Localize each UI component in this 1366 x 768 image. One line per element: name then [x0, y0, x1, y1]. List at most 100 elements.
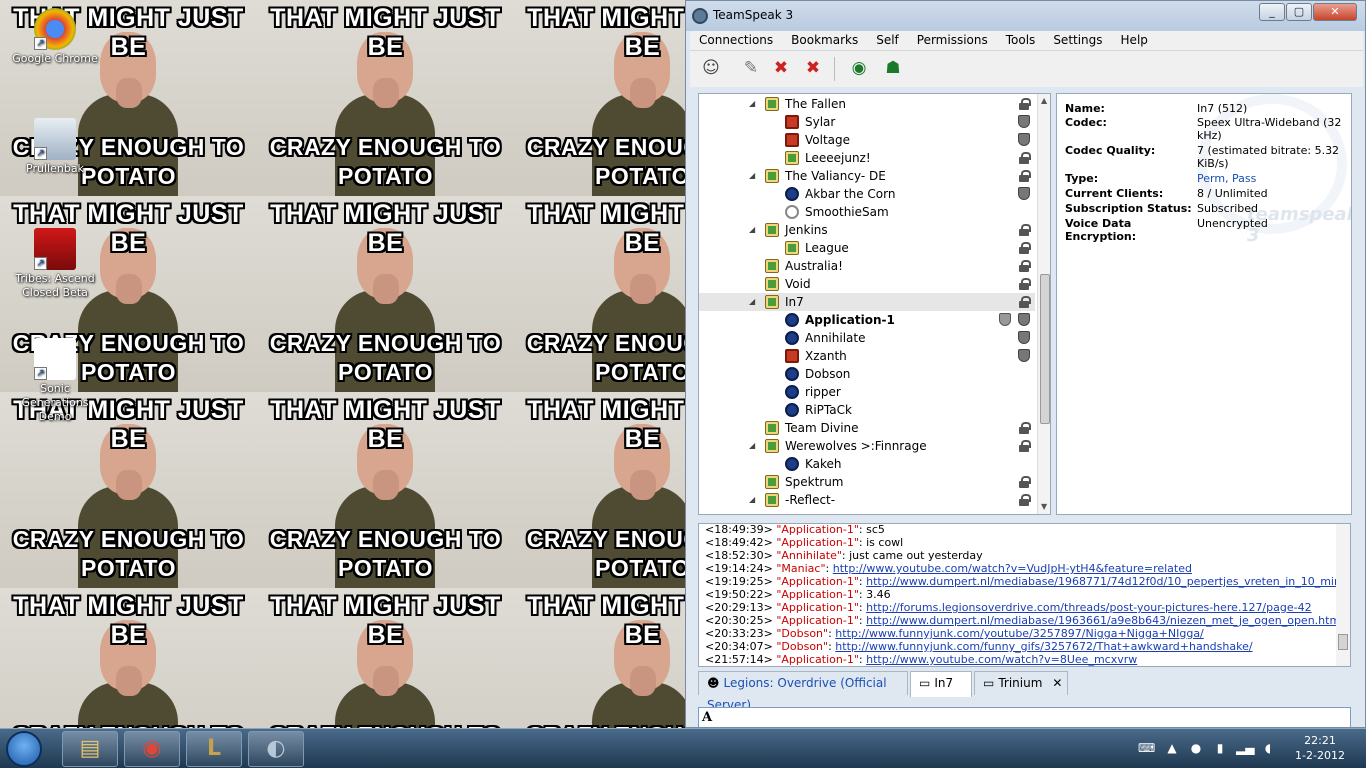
menu-bookmarks[interactable]: Bookmarks	[782, 31, 867, 47]
chat-link[interactable]: http://www.dumpert.nl/mediabase/1963661/…	[866, 614, 1343, 627]
expand-arrow-icon[interactable]: ◢	[749, 95, 755, 113]
chat-log[interactable]: <18:49:39> "Application-1": sc5 <18:49:42…	[698, 523, 1351, 667]
desktop-icon[interactable]: ↗ Tribes: Ascend Closed Beta	[10, 228, 100, 300]
channel-row[interactable]: Australia!	[699, 257, 1035, 275]
menu-self[interactable]: Self	[867, 31, 908, 47]
chat-sender[interactable]: "Dobson"	[776, 627, 828, 640]
channel-row[interactable]: ◢ -Reflect-	[699, 491, 1035, 509]
chat-sender[interactable]: "Dobson"	[776, 640, 828, 653]
chat-link[interactable]: http://www.youtube.com/watch?v=VudJpH-yt…	[833, 562, 1192, 575]
menu-settings[interactable]: Settings	[1044, 31, 1111, 47]
channel-row[interactable]: League	[699, 239, 1035, 257]
capture-icon[interactable]: ◉	[846, 55, 872, 81]
desktop-icon[interactable]: ↗ Prullenbak	[10, 118, 100, 176]
scroll-down-icon[interactable]: ▼	[1041, 502, 1047, 511]
taskbar-button[interactable]: L	[186, 731, 242, 767]
desktop-icon[interactable]: ↗ Google Chrome	[10, 8, 100, 66]
info-value[interactable]: Perm, Pass	[1197, 172, 1347, 185]
network-icon[interactable]: ▂▄	[1236, 741, 1254, 757]
channel-row[interactable]: Void	[699, 275, 1035, 293]
menu-connections[interactable]: Connections	[690, 31, 782, 47]
lock-icon	[1019, 98, 1031, 110]
client-row[interactable]: Akbar the Corn	[699, 185, 1035, 203]
channel-row[interactable]: ◢ The Fallen	[699, 95, 1035, 113]
mute-speakers-icon[interactable]: ✖	[768, 55, 794, 81]
chat-tab[interactable]: ☻ Legions: Overdrive (Official Server)	[698, 671, 908, 712]
away-status-icon[interactable]: ☺	[698, 55, 724, 81]
client-row[interactable]: Annihilate	[699, 329, 1035, 347]
start-button[interactable]	[6, 731, 42, 767]
client-row[interactable]: Voltage	[699, 131, 1035, 149]
chat-sender[interactable]: "Application-1"	[776, 653, 859, 666]
chat-tab[interactable]: ▭ Trinium ✕	[974, 671, 1068, 695]
desktop-icon[interactable]: ↗ Sonic Generations Demo	[10, 338, 100, 424]
taskbar-button[interactable]: ◐	[248, 731, 304, 767]
client-row[interactable]: Sylar	[699, 113, 1035, 131]
show-hidden-icons-icon[interactable]: ▲	[1164, 741, 1180, 757]
chat-link[interactable]: http://www.funnyjunk.com/funny_gifs/3257…	[835, 640, 1252, 653]
tab-label: In7	[934, 676, 954, 690]
channel-row[interactable]: Team Divine	[699, 419, 1035, 437]
title-bar[interactable]: TeamSpeak 3 _ ▢ ✕	[686, 1, 1365, 31]
chat-sender[interactable]: "Application-1"	[776, 614, 859, 627]
keyboard-icon[interactable]: ⌨	[1138, 741, 1155, 757]
expand-arrow-icon[interactable]: ◢	[749, 437, 755, 455]
chat-link[interactable]: http://www.youtube.com/watch?v=8Uee_mcxv…	[866, 653, 1137, 666]
tab-label: Trinium	[998, 676, 1043, 690]
format-button[interactable]: A	[702, 710, 712, 725]
client-row[interactable]: Dobson	[699, 365, 1035, 383]
chat-sender[interactable]: "Application-1"	[776, 536, 859, 549]
chat-sender[interactable]: "Maniac"	[776, 562, 825, 575]
channel-row[interactable]: Spektrum	[699, 473, 1035, 491]
clock[interactable]: 22:21 1-2-2012	[1290, 733, 1350, 763]
close-button[interactable]: ✕	[1313, 3, 1357, 21]
chat-scrollbar[interactable]	[1336, 524, 1350, 666]
contacts-icon[interactable]: ☗	[880, 55, 906, 81]
file-icon: ↗	[34, 338, 76, 380]
chat-sender[interactable]: "Annihilate"	[776, 549, 842, 562]
menu-tools[interactable]: Tools	[997, 31, 1045, 47]
scroll-thumb[interactable]	[1040, 274, 1050, 424]
menu-help[interactable]: Help	[1112, 31, 1157, 47]
chat-scroll-thumb[interactable]	[1338, 634, 1348, 650]
chat-tab[interactable]: ▭ In7	[910, 671, 972, 697]
expand-arrow-icon[interactable]: ◢	[749, 221, 755, 239]
chat-link[interactable]: http://forums.legionsoverdrive.com/threa…	[866, 601, 1311, 614]
teamspeak-tray-icon[interactable]: ●	[1188, 741, 1204, 757]
volume-icon[interactable]: ◖	[1260, 741, 1276, 757]
device-icon[interactable]: ▮	[1212, 741, 1228, 757]
chat-input-area[interactable]: A	[698, 707, 1351, 727]
chat-link[interactable]: http://www.funnyjunk.com/youtube/3257897…	[835, 627, 1203, 640]
channel-row[interactable]: ◢ Werewolves >:Finnrage	[699, 437, 1035, 455]
client-row[interactable]: Kakeh	[699, 455, 1035, 473]
client-row[interactable]: ripper	[699, 383, 1035, 401]
channel-tree[interactable]: ◢ The Fallen Sylar Voltage Leeeejunz! ◢ The Va…	[698, 93, 1051, 515]
taskbar-button[interactable]: ▤	[62, 731, 118, 767]
client-row[interactable]: Application-1	[699, 311, 1035, 329]
chat-sender[interactable]: "Application-1"	[776, 588, 859, 601]
maximize-button[interactable]: ▢	[1286, 3, 1312, 21]
chat-input[interactable]	[723, 709, 1323, 727]
expand-arrow-icon[interactable]: ◢	[749, 167, 755, 185]
minimize-button[interactable]: _	[1259, 3, 1285, 21]
channel-row[interactable]: ◢ Jenkins	[699, 221, 1035, 239]
client-row[interactable]: RiPTaCk	[699, 401, 1035, 419]
expand-arrow-icon[interactable]: ◢	[749, 293, 755, 311]
expand-arrow-icon[interactable]: ◢	[749, 491, 755, 509]
chat-sender[interactable]: "Application-1"	[776, 524, 859, 536]
tree-scrollbar[interactable]: ▲ ▼	[1037, 94, 1050, 514]
menu-permissions[interactable]: Permissions	[908, 31, 997, 47]
close-tab-icon[interactable]: ✕	[1052, 676, 1062, 690]
channel-row[interactable]: Leeeejunz!	[699, 149, 1035, 167]
client-row[interactable]: Xzanth	[699, 347, 1035, 365]
chat-sender[interactable]: "Application-1"	[776, 601, 859, 614]
chat-link[interactable]: http://www.dumpert.nl/mediabase/1968771/…	[866, 575, 1350, 588]
channel-row[interactable]: ◢ In7	[699, 293, 1035, 311]
disconnect-icon[interactable]: ✖	[800, 55, 826, 81]
mute-mic-icon[interactable]: ✎	[738, 55, 764, 81]
channel-row[interactable]: ◢ The Valiancy- DE	[699, 167, 1035, 185]
client-row[interactable]: SmoothieSam	[699, 203, 1035, 221]
chat-sender[interactable]: "Application-1"	[776, 575, 859, 588]
scroll-up-icon[interactable]: ▲	[1041, 96, 1047, 105]
taskbar-button[interactable]: ◉	[124, 731, 180, 767]
